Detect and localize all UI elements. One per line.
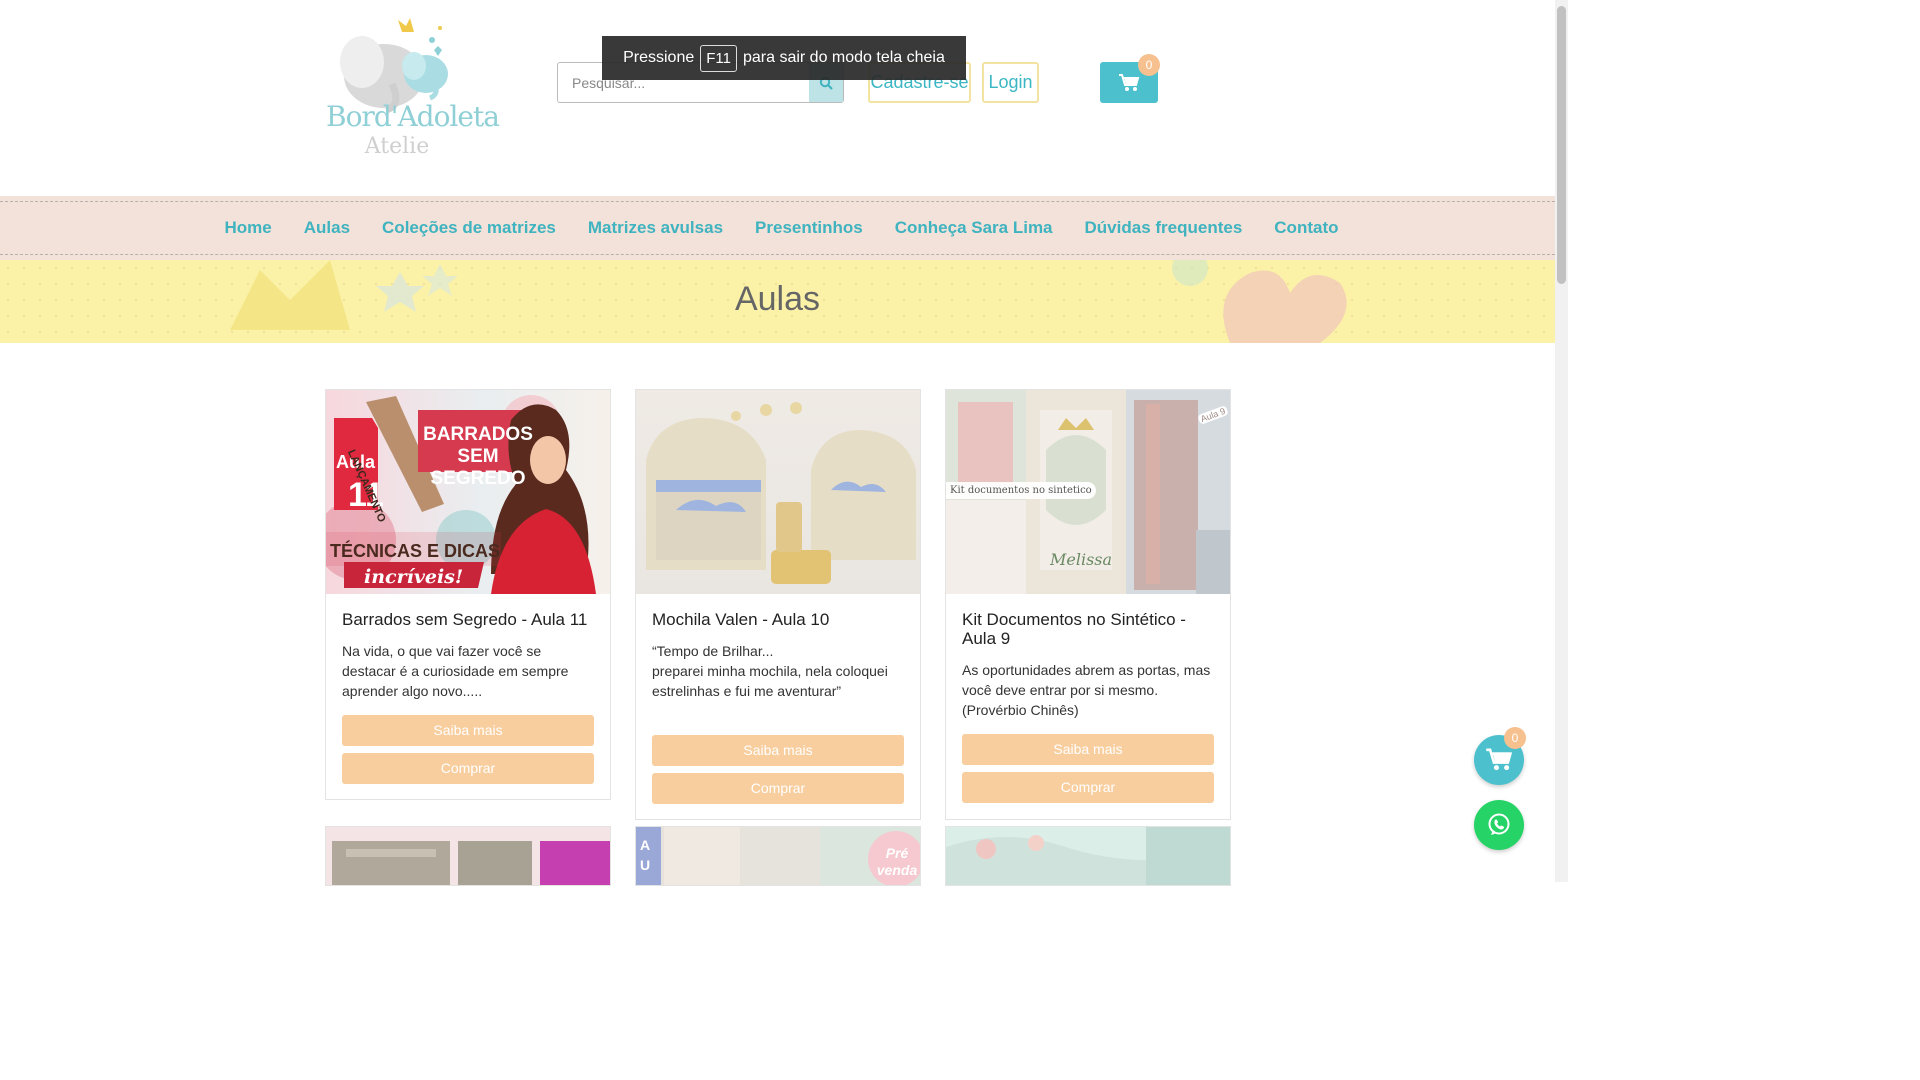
floating-cart-button[interactable]: 0 bbox=[1474, 727, 1526, 785]
cart-count-badge: 0 bbox=[1138, 54, 1160, 76]
course-card: Mochila Valen - Aula 10 “Tempo de Brilha… bbox=[635, 389, 921, 820]
saiba-mais-button[interactable]: Saiba mais bbox=[342, 715, 594, 746]
site-logo[interactable]: Bord'Adoleta Atelie bbox=[322, 6, 500, 161]
nav-item-matrizes-avulsas[interactable]: Matrizes avulsas bbox=[588, 218, 723, 238]
course-card: Aula 11 LANÇAMENTO BARRADOS SEM SEGREDO … bbox=[325, 389, 611, 800]
page-banner: Aulas bbox=[0, 260, 1555, 343]
logo-subtext: Atelie bbox=[364, 134, 430, 159]
fullscreen-notice-before: Pressione bbox=[623, 49, 695, 66]
nav-item-duvidas[interactable]: Dúvidas frequentes bbox=[1085, 218, 1243, 238]
partial-cover-badge: Pré venda bbox=[876, 845, 918, 878]
floating-cart-count-badge: 0 bbox=[1504, 727, 1526, 749]
cart-icon bbox=[1119, 73, 1140, 91]
nav-item-conheca[interactable]: Conheça Sara Lima bbox=[895, 218, 1053, 238]
cart-button[interactable]: 0 bbox=[1100, 54, 1160, 103]
course-title[interactable]: Barrados sem Segredo - Aula 11 bbox=[342, 610, 594, 629]
fullscreen-notice: Pressione F11 para sair do modo tela che… bbox=[602, 36, 966, 80]
course-description: As oportunidades abrem as portas, mas vo… bbox=[962, 662, 1211, 718]
course-image[interactable]: Aula 11 LANÇAMENTO BARRADOS SEM SEGREDO … bbox=[326, 390, 610, 594]
page-title: Aulas bbox=[734, 280, 821, 318]
cover-name: Melissa bbox=[1050, 550, 1113, 569]
course-image-partial-icon bbox=[946, 827, 1230, 885]
course-card-partial[interactable]: A U Pré venda bbox=[635, 826, 921, 886]
backpack-photo-icon bbox=[646, 402, 916, 584]
page-scrollbar[interactable] bbox=[1555, 0, 1568, 882]
nav-item-colecoes[interactable]: Coleções de matrizes bbox=[382, 218, 556, 238]
whatsapp-button[interactable] bbox=[1474, 800, 1524, 850]
saiba-mais-button[interactable]: Saiba mais bbox=[962, 734, 1214, 765]
login-button[interactable]: Login bbox=[982, 62, 1039, 103]
course-image-partial-icon bbox=[332, 841, 610, 885]
cover-heading-line2: SEGREDO bbox=[430, 468, 526, 489]
cover-caption: Kit documentos no sintetico bbox=[946, 482, 1096, 499]
cover-tech: TÉCNICAS E DICAS bbox=[330, 541, 501, 561]
fullscreen-key: F11 bbox=[700, 44, 737, 72]
course-title[interactable]: Kit Documentos no Sintético - Aula 9 bbox=[962, 610, 1214, 648]
logo-text: Bord'Adoleta bbox=[326, 100, 500, 133]
nav-item-presentinhos[interactable]: Presentinhos bbox=[755, 218, 863, 238]
saiba-mais-button[interactable]: Saiba mais bbox=[652, 735, 904, 766]
course-card-partial[interactable] bbox=[945, 826, 1231, 886]
partial-cover-letters: A U bbox=[640, 837, 654, 873]
course-card: Kit documentos no sintetico Melissa Aula… bbox=[945, 389, 1231, 820]
whatsapp-icon bbox=[1488, 813, 1510, 835]
cover-heading: BARRADOS SEM SEGREDO bbox=[422, 424, 534, 490]
fullscreen-notice-after: para sair do modo tela cheia bbox=[742, 49, 945, 66]
course-card-partial[interactable] bbox=[325, 826, 611, 886]
cart-icon bbox=[1486, 748, 1513, 771]
cover-heading-line1: BARRADOS SEM bbox=[423, 424, 533, 467]
nav-item-aulas[interactable]: Aulas bbox=[304, 218, 350, 238]
comprar-button[interactable]: Comprar bbox=[342, 753, 594, 784]
course-description: Na vida, o que vai fazer você se destaca… bbox=[342, 643, 569, 699]
nav-item-home[interactable]: Home bbox=[225, 218, 272, 238]
site-header: Bord'Adoleta Atelie Cadastre-se Login 0 bbox=[0, 0, 1555, 196]
main-nav: Home Aulas Coleções de matrizes Matrizes… bbox=[0, 196, 1555, 260]
course-image[interactable]: Kit documentos no sintetico Melissa Aula… bbox=[946, 390, 1230, 594]
comprar-button[interactable]: Comprar bbox=[962, 772, 1214, 803]
nav-item-contato[interactable]: Contato bbox=[1274, 218, 1338, 238]
scrollbar-thumb[interactable] bbox=[1557, 6, 1566, 284]
course-description: “Tempo de Brilhar... preparei minha moch… bbox=[652, 643, 888, 699]
comprar-button[interactable]: Comprar bbox=[652, 773, 904, 804]
course-title[interactable]: Mochila Valen - Aula 10 bbox=[652, 610, 904, 629]
course-image[interactable] bbox=[636, 390, 920, 594]
cover-script: incríveis! bbox=[364, 566, 464, 588]
